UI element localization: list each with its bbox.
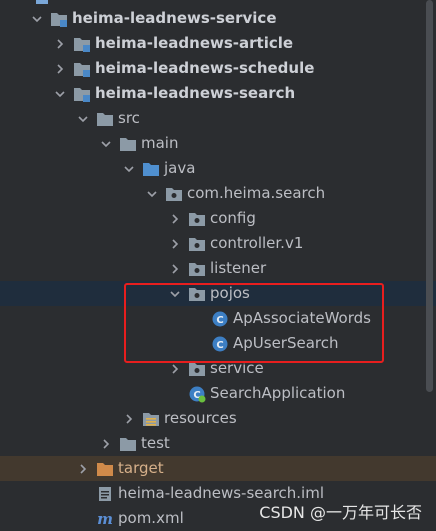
chevron-right-icon[interactable] <box>53 56 67 81</box>
tree-row-service[interactable]: service <box>0 356 436 381</box>
package-icon <box>165 185 183 203</box>
class-icon: C <box>211 310 229 328</box>
source-folder-icon <box>142 160 160 178</box>
class-icon: C <box>211 335 229 353</box>
package-icon <box>188 235 206 253</box>
tree-row-searchapplication[interactable]: C SearchApplication <box>0 381 436 406</box>
spring-boot-app-icon: C <box>188 385 206 403</box>
watermark: CSDN @一万年可长否 <box>259 503 422 522</box>
chevron-right-icon[interactable] <box>122 406 136 431</box>
tree-item-label: com.heima.search <box>187 184 326 202</box>
maven-pom-icon: m <box>96 510 114 528</box>
tree-row-java[interactable]: java <box>0 156 436 181</box>
tree-row-heima-leadnews-schedule[interactable]: heima-leadnews-schedule <box>0 56 436 81</box>
tree-item-label: SearchApplication <box>210 384 346 402</box>
folder-icon <box>119 135 137 153</box>
package-icon <box>188 285 206 303</box>
tree-row-heima-leadnews-service[interactable]: heima-leadnews-service <box>0 6 436 31</box>
chevron-right-icon[interactable] <box>168 356 182 381</box>
tree-item-label: pom.xml <box>118 509 184 527</box>
chevron-right-icon[interactable] <box>168 256 182 281</box>
tree-row-com-heima-search[interactable]: com.heima.search <box>0 181 436 206</box>
svg-text:m: m <box>97 510 113 528</box>
chevron-down-icon[interactable] <box>122 156 136 181</box>
tree-item-label: src <box>118 109 140 127</box>
svg-text:C: C <box>216 340 223 351</box>
tree-row-apusersearch[interactable]: C ApUserSearch <box>0 331 436 356</box>
tree-row-main[interactable]: main <box>0 131 436 156</box>
tree-row-test[interactable]: test <box>0 431 436 456</box>
module-folder-icon <box>73 85 91 103</box>
tree-item-label: controller.v1 <box>210 234 304 252</box>
chevron-down-icon[interactable] <box>99 131 113 156</box>
tree-item-label: listener <box>210 259 267 277</box>
tree-item-label: ApUserSearch <box>233 334 339 352</box>
folder-icon <box>96 110 114 128</box>
tree-row-heima-leadnews-article[interactable]: heima-leadnews-article <box>0 31 436 56</box>
package-icon <box>188 260 206 278</box>
tree-item-label: pojos <box>210 284 250 302</box>
tree-item-label: service <box>210 359 264 377</box>
module-folder-icon <box>73 35 91 53</box>
package-icon <box>188 210 206 228</box>
resources-folder-icon <box>142 410 160 428</box>
chevron-down-icon[interactable] <box>168 281 182 306</box>
chevron-down-icon[interactable] <box>145 181 159 206</box>
module-folder-icon <box>73 60 91 78</box>
tree-item-label: heima-leadnews-schedule <box>95 59 315 77</box>
svg-text:C: C <box>216 315 223 326</box>
tree-item-label: heima-leadnews-article <box>95 34 294 52</box>
tree-row-resources[interactable]: resources <box>0 406 436 431</box>
tree-item-label: test <box>141 434 170 452</box>
tree-item-label: heima-leadnews-service <box>72 9 277 27</box>
folder-icon <box>119 435 137 453</box>
tree-item-label: resources <box>164 409 237 427</box>
chevron-right-icon[interactable] <box>53 31 67 56</box>
tree-item-label: heima-leadnews-search <box>95 84 296 102</box>
tree-row-src[interactable]: src <box>0 106 436 131</box>
chevron-down-icon[interactable] <box>53 81 67 106</box>
tree-row-controller-v1[interactable]: controller.v1 <box>0 231 436 256</box>
tree-row-apassociatewords[interactable]: C ApAssociateWords <box>0 306 436 331</box>
chevron-down-icon[interactable] <box>76 106 90 131</box>
tree-row-listener[interactable]: listener <box>0 256 436 281</box>
vertical-scrollbar[interactable] <box>426 0 433 392</box>
package-icon <box>188 360 206 378</box>
tree-item-label: ApAssociateWords <box>233 309 371 327</box>
tree-row-pojos[interactable]: pojos <box>0 281 436 306</box>
module-folder-icon <box>50 10 68 28</box>
project-tree: heima-leadnews-service heima-leadnews-art… <box>0 0 436 531</box>
tree-item-label: target <box>118 459 164 477</box>
chevron-right-icon[interactable] <box>168 206 182 231</box>
chevron-right-icon[interactable] <box>76 456 90 481</box>
tree-item-label: java <box>164 159 196 177</box>
tree-row-heima-leadnews-search[interactable]: heima-leadnews-search <box>0 81 436 106</box>
tree-item-label: main <box>141 134 179 152</box>
tree-item-label: config <box>210 209 256 227</box>
top-edge-item-stub <box>36 0 48 4</box>
iml-file-icon <box>96 485 114 503</box>
chevron-right-icon[interactable] <box>99 431 113 456</box>
excluded-folder-icon <box>96 460 114 478</box>
tree-row-config[interactable]: config <box>0 206 436 231</box>
tree-row-target[interactable]: target <box>0 456 436 481</box>
chevron-right-icon[interactable] <box>168 231 182 256</box>
chevron-down-icon[interactable] <box>30 6 44 31</box>
